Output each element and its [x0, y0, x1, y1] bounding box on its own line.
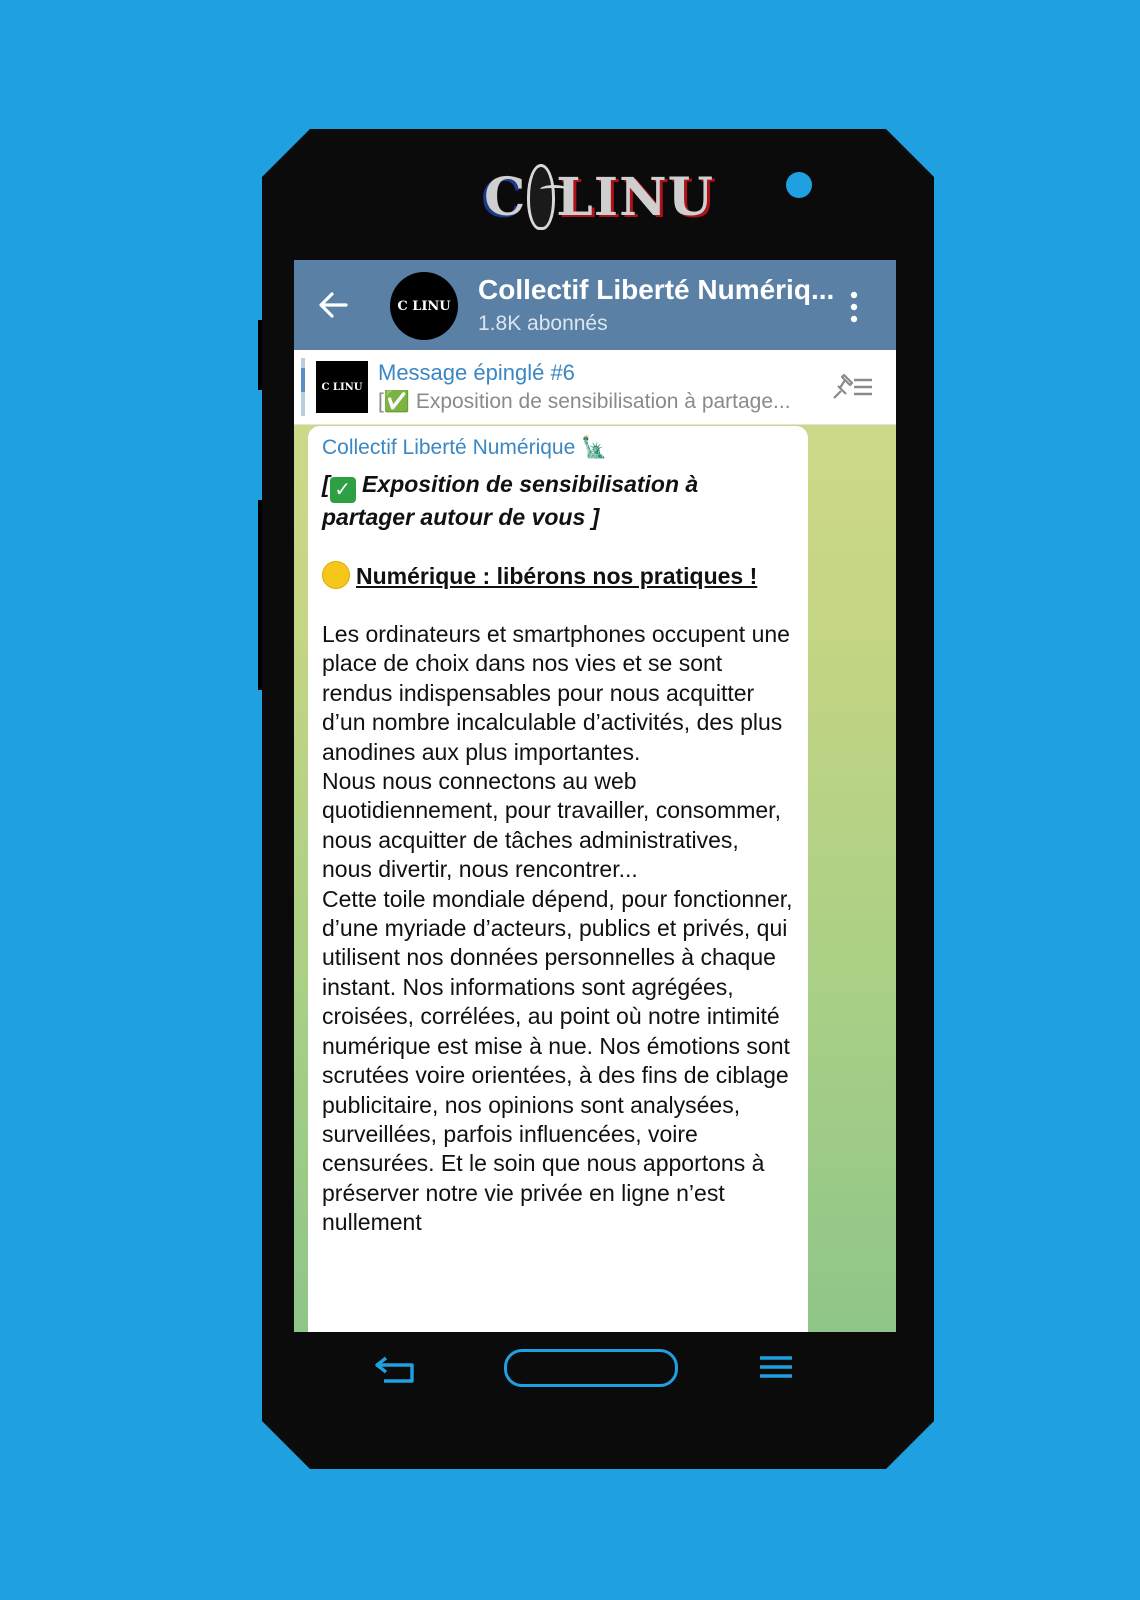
front-camera — [786, 172, 812, 198]
check-mark-icon: ✓ — [329, 477, 356, 503]
mask-icon — [527, 164, 569, 230]
nav-back-icon[interactable] — [372, 1355, 420, 1385]
pinned-thumbnail: C LINU — [316, 361, 368, 413]
channel-avatar[interactable]: C LINU — [390, 272, 458, 340]
message-sender[interactable]: Collectif Liberté Numérique 🗽 — [322, 436, 794, 460]
pinned-message-bar[interactable]: C LINU Message épinglé #6 [✅ Exposition … — [294, 350, 896, 425]
pinned-title: Message épinglé #6 — [378, 360, 575, 385]
pin-list-icon[interactable] — [830, 372, 874, 402]
colinu-logo: C LINU — [484, 164, 714, 230]
chat-header: C LINU Collectif Liberté Numériq... 1.8K… — [294, 260, 896, 350]
nav-menu-icon[interactable] — [758, 1355, 794, 1379]
pinned-indicator — [301, 358, 305, 416]
yellow-circle-icon — [322, 561, 350, 589]
subscriber-count: 1.8K abonnés — [478, 312, 608, 335]
message-bubble[interactable]: Collectif Liberté Numérique 🗽 [✓ Exposit… — [308, 426, 808, 1332]
phone-frame: C LINU C LINU Collectif Liberté Numériq..… — [262, 129, 934, 1469]
channel-title[interactable]: Collectif Liberté Numériq... — [478, 274, 834, 306]
arrow-left-icon[interactable] — [316, 288, 350, 322]
pinned-preview: [✅ Exposition de sensibilisation à parta… — [378, 390, 791, 413]
message-intro: [✓ Exposition de sensibilisation à parta… — [322, 471, 699, 530]
app-screen: C LINU Collectif Liberté Numériq... 1.8K… — [294, 260, 896, 1332]
message-heading: Numérique : libérons nos pratiques ! — [322, 561, 794, 591]
nav-home-button[interactable] — [504, 1349, 678, 1387]
message-body: Les ordinateurs et smartphones occupent … — [322, 621, 793, 1236]
more-vert-icon[interactable] — [846, 290, 862, 324]
